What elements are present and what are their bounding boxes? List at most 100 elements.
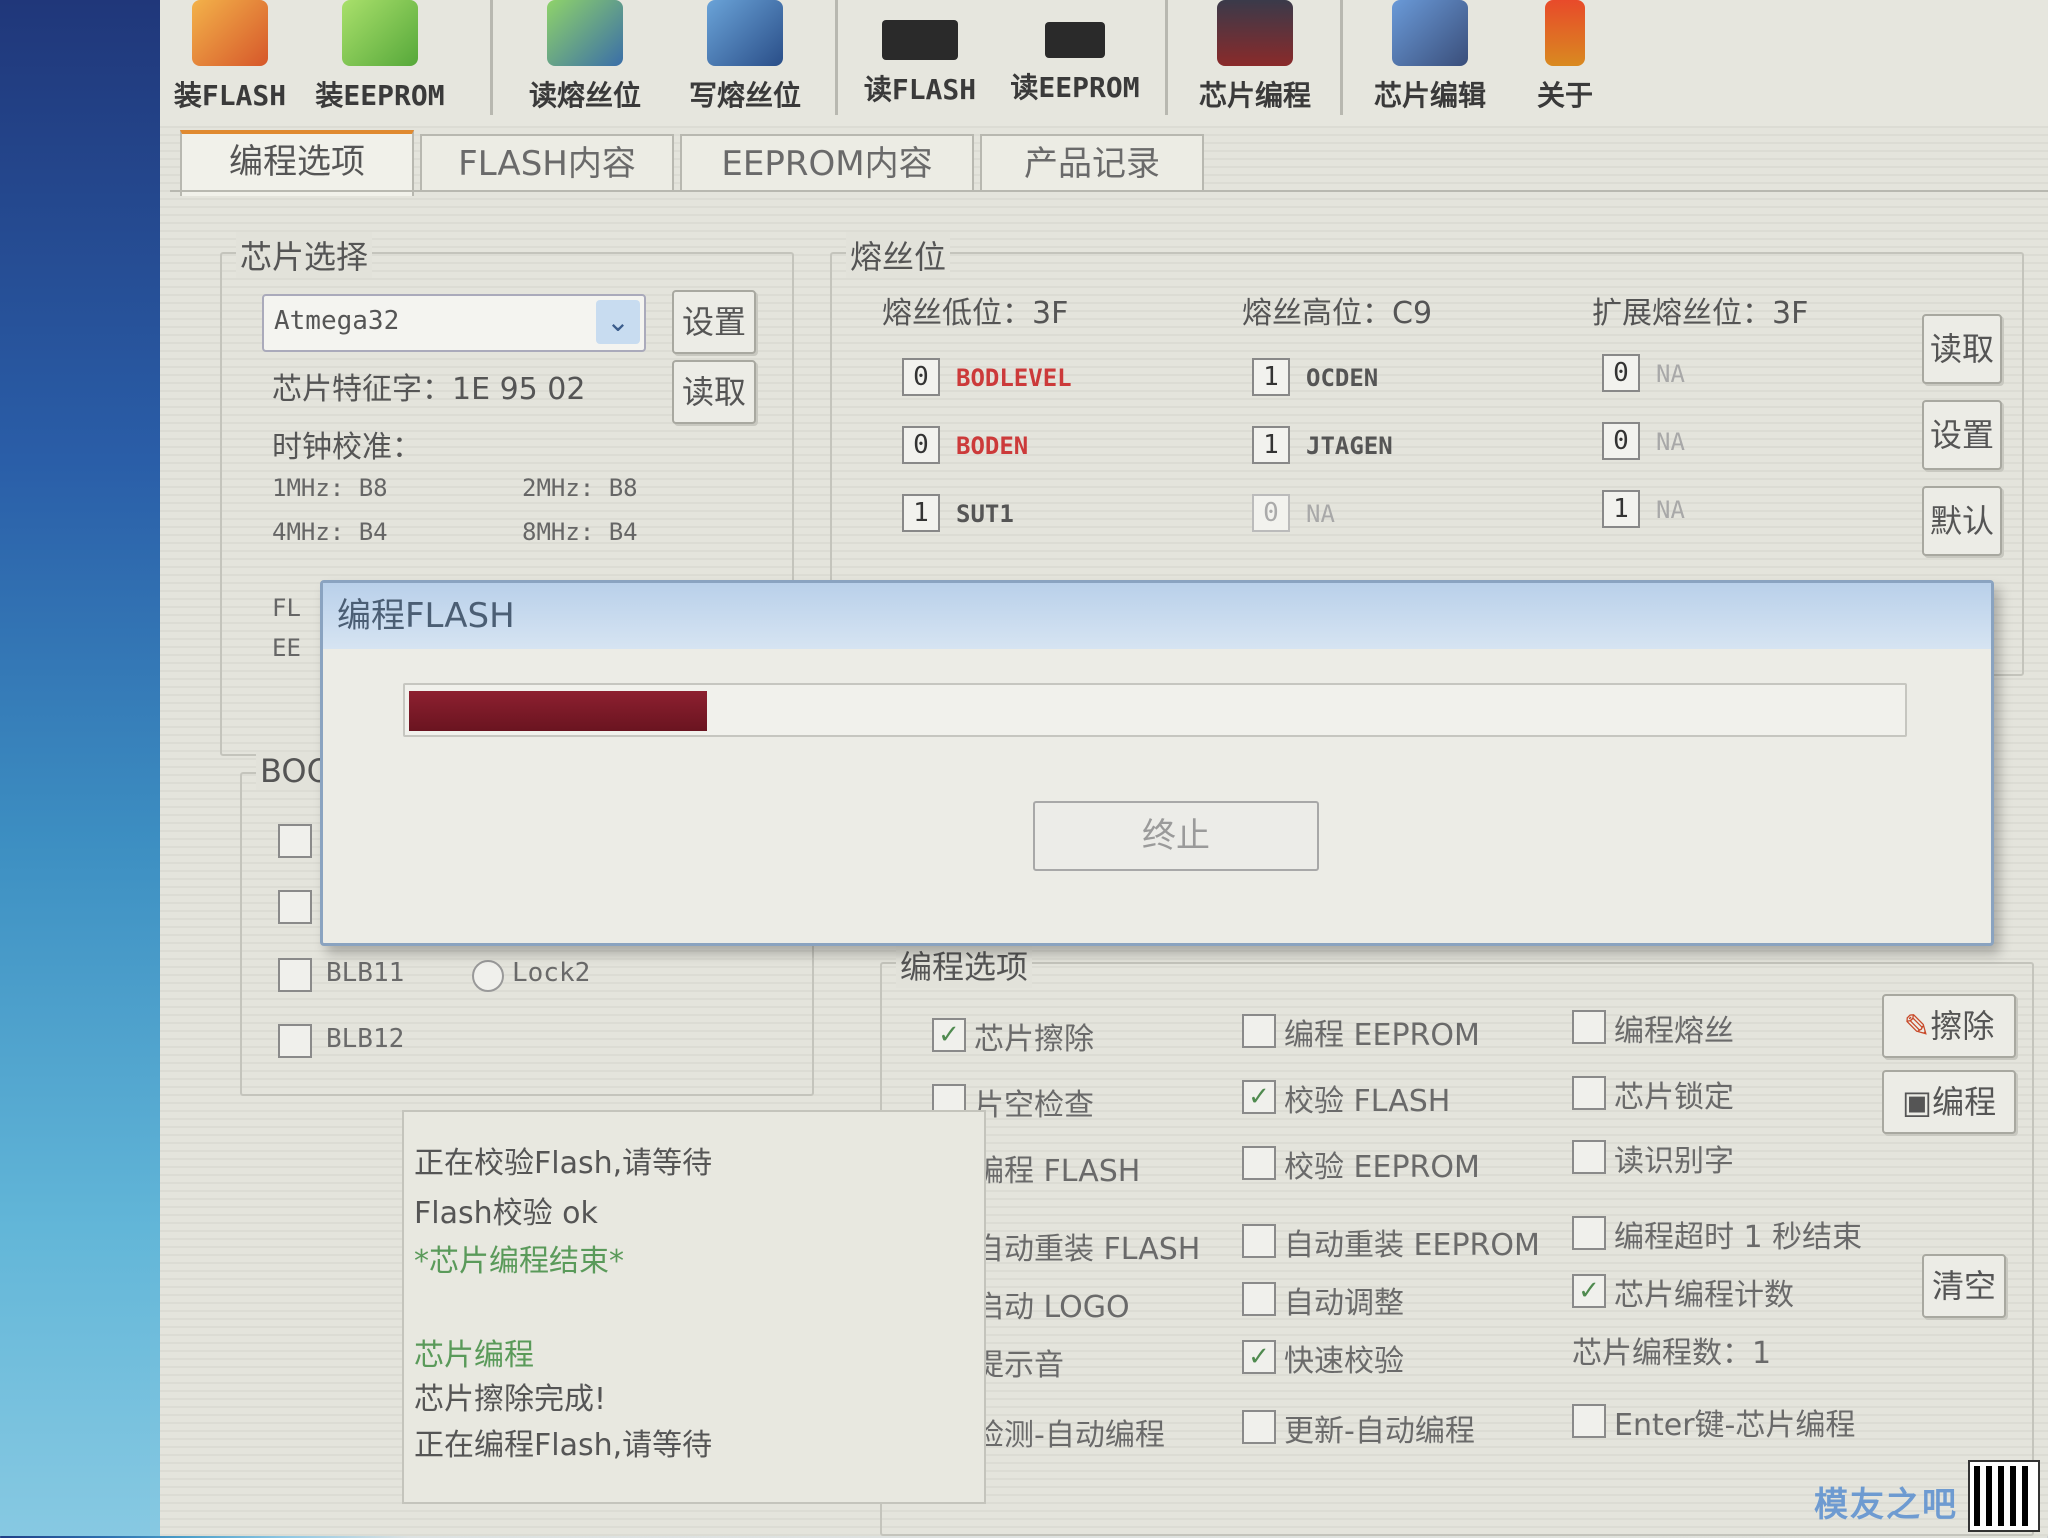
program-label: 编程	[1932, 1083, 1997, 1121]
tab-label: FLASH内容	[458, 144, 636, 184]
fuse-bit-na[interactable]: 0	[1252, 494, 1290, 532]
fuse-bit-label: SUT1	[956, 500, 1014, 528]
fuse-set-button[interactable]: 设置	[1922, 400, 2002, 470]
load-eeprom-icon	[342, 0, 418, 66]
fuse-bit-ext-na[interactable]: 0	[1602, 354, 1640, 392]
program-fuse-label: 编程熔丝	[1614, 1014, 1734, 1049]
chip-program-button[interactable]: 芯片编程	[1180, 0, 1330, 120]
read-fuse-button[interactable]: 读熔丝位	[510, 0, 660, 120]
fuse-bit-ext-na[interactable]: 1	[1602, 490, 1640, 528]
write-fuse-icon	[707, 0, 783, 66]
tab-bar: 编程选项 FLASH内容 EEPROM内容 产品记录	[180, 130, 2048, 196]
fuse-default-button[interactable]: 默认	[1922, 486, 2002, 556]
read-eeprom-button[interactable]: 读EEPROM	[1000, 0, 1150, 120]
lock2-radio[interactable]	[472, 960, 504, 992]
eeprom-size-label: EE	[272, 634, 301, 662]
progress-bar-fill	[409, 691, 707, 731]
fuse-bit-jtagen[interactable]: 1	[1252, 426, 1290, 464]
chip-lock-label: 芯片锁定	[1614, 1080, 1734, 1115]
fuse-bit-bodlevel[interactable]: 0	[902, 358, 940, 396]
tab-eeprom-content[interactable]: EEPROM内容	[680, 134, 974, 192]
read-id-checkbox[interactable]	[1572, 1140, 1606, 1174]
auto-adjust-checkbox[interactable]	[1242, 1282, 1276, 1316]
fuse-legend: 熔丝位	[846, 232, 951, 278]
about-icon	[1545, 0, 1585, 66]
clear-count-button[interactable]: 清空	[1922, 1254, 2006, 1318]
fuse-bit-label: NA	[1656, 496, 1685, 524]
fuse-bit-label: OCDEN	[1306, 364, 1379, 392]
desktop-background	[0, 0, 170, 1536]
chip-lock-checkbox[interactable]	[1572, 1076, 1606, 1110]
update-auto-program-checkbox[interactable]	[1242, 1410, 1276, 1444]
auto-reload-eeprom-checkbox[interactable]	[1242, 1224, 1276, 1258]
erase-button[interactable]: ✎擦除	[1882, 994, 2016, 1058]
about-button[interactable]: 关于	[1510, 0, 1620, 120]
blb12-label: BLB12	[326, 1024, 405, 1054]
chip-dropdown-value: Atmega32	[274, 306, 400, 336]
program-button[interactable]: ▣编程	[1882, 1070, 2016, 1134]
auto-reload-flash-label: 自动重装 FLASH	[974, 1232, 1201, 1267]
chip-edit-button[interactable]: 芯片编辑	[1355, 0, 1505, 120]
chip-set-button[interactable]: 设置	[672, 290, 756, 354]
tab-product-record[interactable]: 产品记录	[980, 134, 1204, 192]
program-count-checkbox[interactable]: ✓	[1572, 1274, 1606, 1308]
lock2-label: Lock2	[512, 958, 591, 988]
blb12-checkbox[interactable]	[278, 1024, 312, 1058]
stop-button[interactable]: 终止	[1033, 801, 1319, 871]
log-line: Flash校验 ok	[414, 1196, 598, 1231]
read-flash-chip-icon	[882, 20, 958, 60]
dialog-title-bar: 编程FLASH	[323, 583, 1991, 649]
fuse-read-button[interactable]: 读取	[1922, 314, 2002, 384]
program-flash-dialog: 编程FLASH 终止	[320, 580, 1994, 946]
enter-key-program-label: Enter键-芯片编程	[1614, 1408, 1856, 1443]
fuse-bit-ocden[interactable]: 1	[1252, 358, 1290, 396]
fuse-bit-ext-na[interactable]: 0	[1602, 422, 1640, 460]
program-fuse-checkbox[interactable]	[1572, 1010, 1606, 1044]
clock-1mhz: 1MHz: B8	[272, 474, 388, 502]
program-count-label: 芯片编程计数	[1614, 1278, 1794, 1313]
fast-verify-checkbox[interactable]: ✓	[1242, 1340, 1276, 1374]
fuse-bit-label: NA	[1306, 500, 1335, 528]
program-eeprom-checkbox[interactable]	[1242, 1014, 1276, 1048]
chip-erase-label: 芯片擦除	[974, 1022, 1094, 1057]
verify-eeprom-checkbox[interactable]	[1242, 1146, 1276, 1180]
enter-key-program-checkbox[interactable]	[1572, 1404, 1606, 1438]
verify-flash-checkbox[interactable]: ✓	[1242, 1080, 1276, 1114]
log-line: *芯片编程结束*	[414, 1244, 624, 1279]
fuse-bit-label: BODLEVEL	[956, 364, 1072, 392]
program-options-group: 编程选项 ✓ 芯片擦除 片空检查 ✓ 编程 FLASH ✓ 自动重装 FLASH…	[880, 942, 2034, 1536]
boot-checkbox[interactable]	[278, 890, 312, 924]
fuse-read-label: 读取	[1929, 330, 1994, 368]
chip-set-label: 设置	[681, 303, 746, 341]
log-line: 芯片擦除完成!	[414, 1382, 607, 1417]
load-eeprom-button[interactable]: 装EEPROM	[300, 0, 460, 120]
auto-adjust-label: 自动调整	[1284, 1286, 1404, 1321]
write-fuse-label: 写熔丝位	[688, 79, 801, 112]
progress-bar	[403, 683, 1907, 737]
load-flash-button[interactable]: 装FLASH	[170, 0, 290, 120]
tab-program-options[interactable]: 编程选项	[180, 130, 414, 196]
fuse-bit-sut1[interactable]: 1	[902, 494, 940, 532]
tab-label: 编程选项	[229, 142, 365, 182]
chip-read-label: 读取	[681, 373, 746, 411]
boot-checkbox[interactable]	[278, 824, 312, 858]
program-timeout-label: 编程超时 1 秒结束	[1614, 1220, 1863, 1255]
program-count-value: 芯片编程数：1	[1572, 1336, 1772, 1371]
read-flash-button[interactable]: 读FLASH	[850, 0, 990, 120]
toolbar-separator	[1340, 0, 1343, 115]
blb11-checkbox[interactable]	[278, 958, 312, 992]
fuse-bit-boden[interactable]: 0	[902, 426, 940, 464]
program-timeout-checkbox[interactable]	[1572, 1216, 1606, 1250]
chip-erase-checkbox[interactable]: ✓	[932, 1018, 966, 1052]
read-flash-label: 读FLASH	[863, 73, 977, 106]
chip-read-button[interactable]: 读取	[672, 360, 756, 424]
chip-signature: 芯片特征字：1E 95 02	[272, 372, 586, 407]
load-flash-icon	[192, 0, 268, 66]
log-line: 芯片编程	[414, 1338, 534, 1373]
write-fuse-button[interactable]: 写熔丝位	[670, 0, 820, 120]
tab-flash-content[interactable]: FLASH内容	[420, 134, 674, 192]
verify-eeprom-label: 校验 EEPROM	[1284, 1150, 1480, 1185]
chip-dropdown[interactable]: Atmega32 ⌄	[262, 294, 646, 352]
fuse-bit-label: NA	[1656, 428, 1685, 456]
tab-label: EEPROM内容	[721, 144, 933, 184]
